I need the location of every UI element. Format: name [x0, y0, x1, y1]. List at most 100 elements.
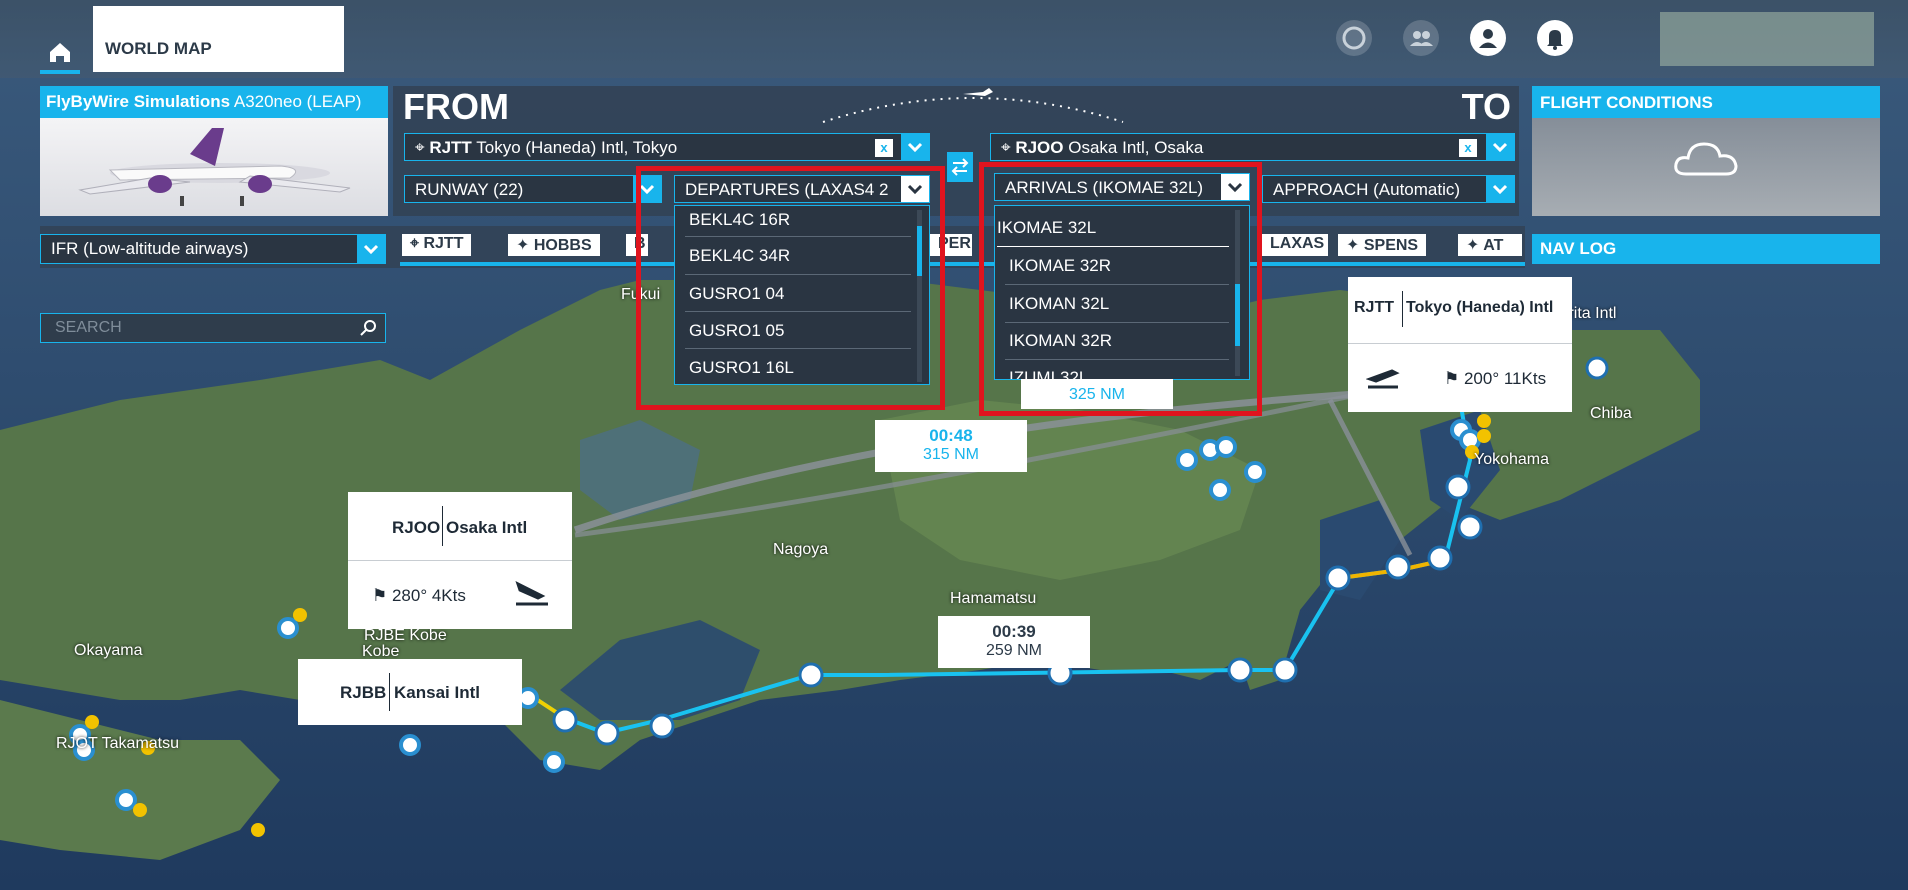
- arrival-airport-field[interactable]: ⌖ RJOO Osaka Intl, Osaka x: [990, 133, 1515, 161]
- activity-button[interactable]: [1336, 20, 1372, 56]
- swap-airports-button[interactable]: [947, 152, 973, 182]
- leg-time: 00:39: [992, 622, 1036, 641]
- approach-value: APPROACH (Automatic): [1273, 180, 1461, 199]
- airport-code: RJOO: [392, 518, 441, 537]
- airport-name: Osaka Intl: [446, 518, 528, 537]
- departure-airport-dropdown[interactable]: [901, 134, 929, 160]
- chevron-down-icon: [907, 142, 923, 153]
- home-underline: [40, 70, 80, 74]
- route-type-value: IFR (Low-altitude airways): [51, 239, 249, 258]
- map-label-yokohama: Yokohama: [1474, 451, 1550, 468]
- leg-callout-315: 00:48 315 NM: [875, 420, 1027, 472]
- arrival-airport-dropdown[interactable]: [1486, 134, 1514, 160]
- arrival-airport-name: Osaka Intl, Osaka: [1068, 138, 1204, 157]
- aircraft-model: A320neo (LEAP): [233, 92, 362, 111]
- runway-select[interactable]: RUNWAY (22): [404, 175, 662, 203]
- highlight-box-arrivals: [979, 162, 1262, 416]
- waypoint-label: LAXAS: [1270, 235, 1325, 252]
- search-placeholder: SEARCH: [55, 319, 122, 336]
- airport-code: RJBB: [340, 683, 387, 702]
- profile-button[interactable]: [1470, 20, 1506, 56]
- wind-icon: ⚑: [372, 586, 392, 605]
- card-divider: [348, 560, 572, 561]
- runway-value: RUNWAY (22): [415, 180, 524, 199]
- waypoint-bar-progress: [400, 262, 1525, 266]
- airport-name: Tokyo (Haneda) Intl: [1406, 299, 1554, 316]
- airport-card-rjtt[interactable]: RJTT Tokyo (Haneda) Intl ⚑ 200° 11Kts: [1348, 277, 1572, 412]
- landing-icon: [515, 581, 548, 606]
- swap-icon: [951, 158, 969, 176]
- card-divider: [389, 673, 390, 711]
- leg-distance: 315 NM: [922, 446, 980, 463]
- route-type-select[interactable]: IFR (Low-altitude airways): [40, 234, 386, 264]
- flight-conditions-panel[interactable]: FLIGHT CONDITIONS: [1532, 86, 1880, 216]
- waypoint-label: HOBBS: [533, 237, 592, 254]
- clear-departure-button[interactable]: x: [875, 139, 893, 157]
- wind-value: 280° 4Kts: [391, 586, 466, 605]
- friends-icon: [1410, 31, 1433, 46]
- cloud-icon: [1674, 142, 1738, 176]
- flight-arc-icon: [822, 88, 1124, 123]
- map-label-okayama: Okayama: [74, 642, 143, 659]
- nav-log-button[interactable]: NAV LOG: [1532, 234, 1880, 264]
- leg-callout-325: 325 NM: [1021, 379, 1173, 409]
- bell-icon: [1547, 30, 1563, 50]
- highlight-box-departures: [636, 166, 945, 410]
- target-icon: ⌖: [415, 138, 425, 157]
- wind-icon: ⚑: [1444, 369, 1464, 388]
- search-icon: [360, 320, 376, 336]
- airport-card-rjoo[interactable]: RJOO Osaka Intl ⚑ 280° 4Kts: [348, 492, 572, 629]
- star-icon: ✦: [516, 237, 534, 254]
- map-label-hamamatsu: Hamamatsu: [950, 590, 1037, 607]
- star-icon: ✦: [1466, 237, 1484, 254]
- airport-name: Kansai Intl: [394, 683, 480, 702]
- card-divider: [442, 506, 443, 546]
- takeoff-icon: [1366, 369, 1400, 389]
- aircraft-brand: FlyByWire Simulations: [46, 92, 231, 111]
- tab-world-map[interactable]: WORLD MAP: [93, 6, 344, 72]
- flight-conditions-title: FLIGHT CONDITIONS: [1532, 86, 1880, 118]
- airport-card-rjbb[interactable]: RJBB Kansai Intl: [298, 659, 522, 725]
- notifications-button[interactable]: [1537, 20, 1573, 56]
- wind-value: 200° 11Kts: [1463, 369, 1547, 388]
- map-label-chiba: Chiba: [1590, 405, 1632, 422]
- waypoint-label: AT: [1483, 237, 1504, 254]
- departure-airport-field[interactable]: ⌖ RJTT Tokyo (Haneda) Intl, Tokyo x: [404, 133, 930, 161]
- chevron-down-icon: [1492, 184, 1508, 195]
- chevron-down-icon: [1492, 142, 1508, 153]
- card-divider: [1348, 343, 1572, 344]
- profile-icon: [1479, 29, 1497, 48]
- star-icon: ✦: [1346, 237, 1364, 254]
- leg-distance: 325 NM: [1068, 386, 1126, 403]
- waypoint-chip-spens[interactable]: ✦ SPENS: [1338, 234, 1427, 256]
- leg-time: 00:48: [929, 426, 973, 445]
- user-banner[interactable]: [1660, 12, 1874, 66]
- route-type-dropdown[interactable]: [357, 235, 385, 263]
- arrival-airport-code: RJOO: [1015, 138, 1064, 157]
- chevron-down-icon: [363, 244, 379, 255]
- waypoint-chip-laxas[interactable]: LAXAS: [1262, 234, 1328, 256]
- aircraft-image: [40, 118, 388, 216]
- waypoint-label: RJTT: [423, 235, 464, 252]
- target-icon: ⌖: [410, 235, 424, 252]
- leg-callout-259: 00:39 259 NM: [938, 616, 1090, 668]
- waypoint-chip-hobbs[interactable]: ✦ HOBBS: [508, 234, 600, 256]
- card-divider: [1402, 291, 1403, 327]
- search-input[interactable]: SEARCH: [40, 313, 386, 343]
- aircraft-title: FlyByWire Simulations A320neo (LEAP): [40, 86, 388, 118]
- to-label: TO: [1461, 86, 1511, 127]
- departure-airport-code: RJTT: [429, 138, 472, 157]
- waypoint-label: SPENS: [1363, 237, 1419, 254]
- home-button[interactable]: [40, 30, 80, 74]
- approach-dropdown[interactable]: [1486, 176, 1514, 202]
- clear-arrival-button[interactable]: x: [1459, 139, 1477, 157]
- friends-button[interactable]: [1403, 20, 1439, 56]
- approach-select[interactable]: APPROACH (Automatic): [1262, 175, 1515, 203]
- aircraft-panel[interactable]: FlyByWire Simulations A320neo (LEAP): [40, 86, 388, 216]
- waypoint-chip-rjtt[interactable]: ⌖ RJTT: [402, 234, 472, 256]
- airport-code: RJTT: [1354, 299, 1394, 316]
- map-label-nagoya: Nagoya: [773, 541, 829, 558]
- activity-icon: [1342, 26, 1366, 50]
- home-icon: [50, 43, 70, 62]
- waypoint-chip-at[interactable]: ✦ AT: [1458, 234, 1522, 256]
